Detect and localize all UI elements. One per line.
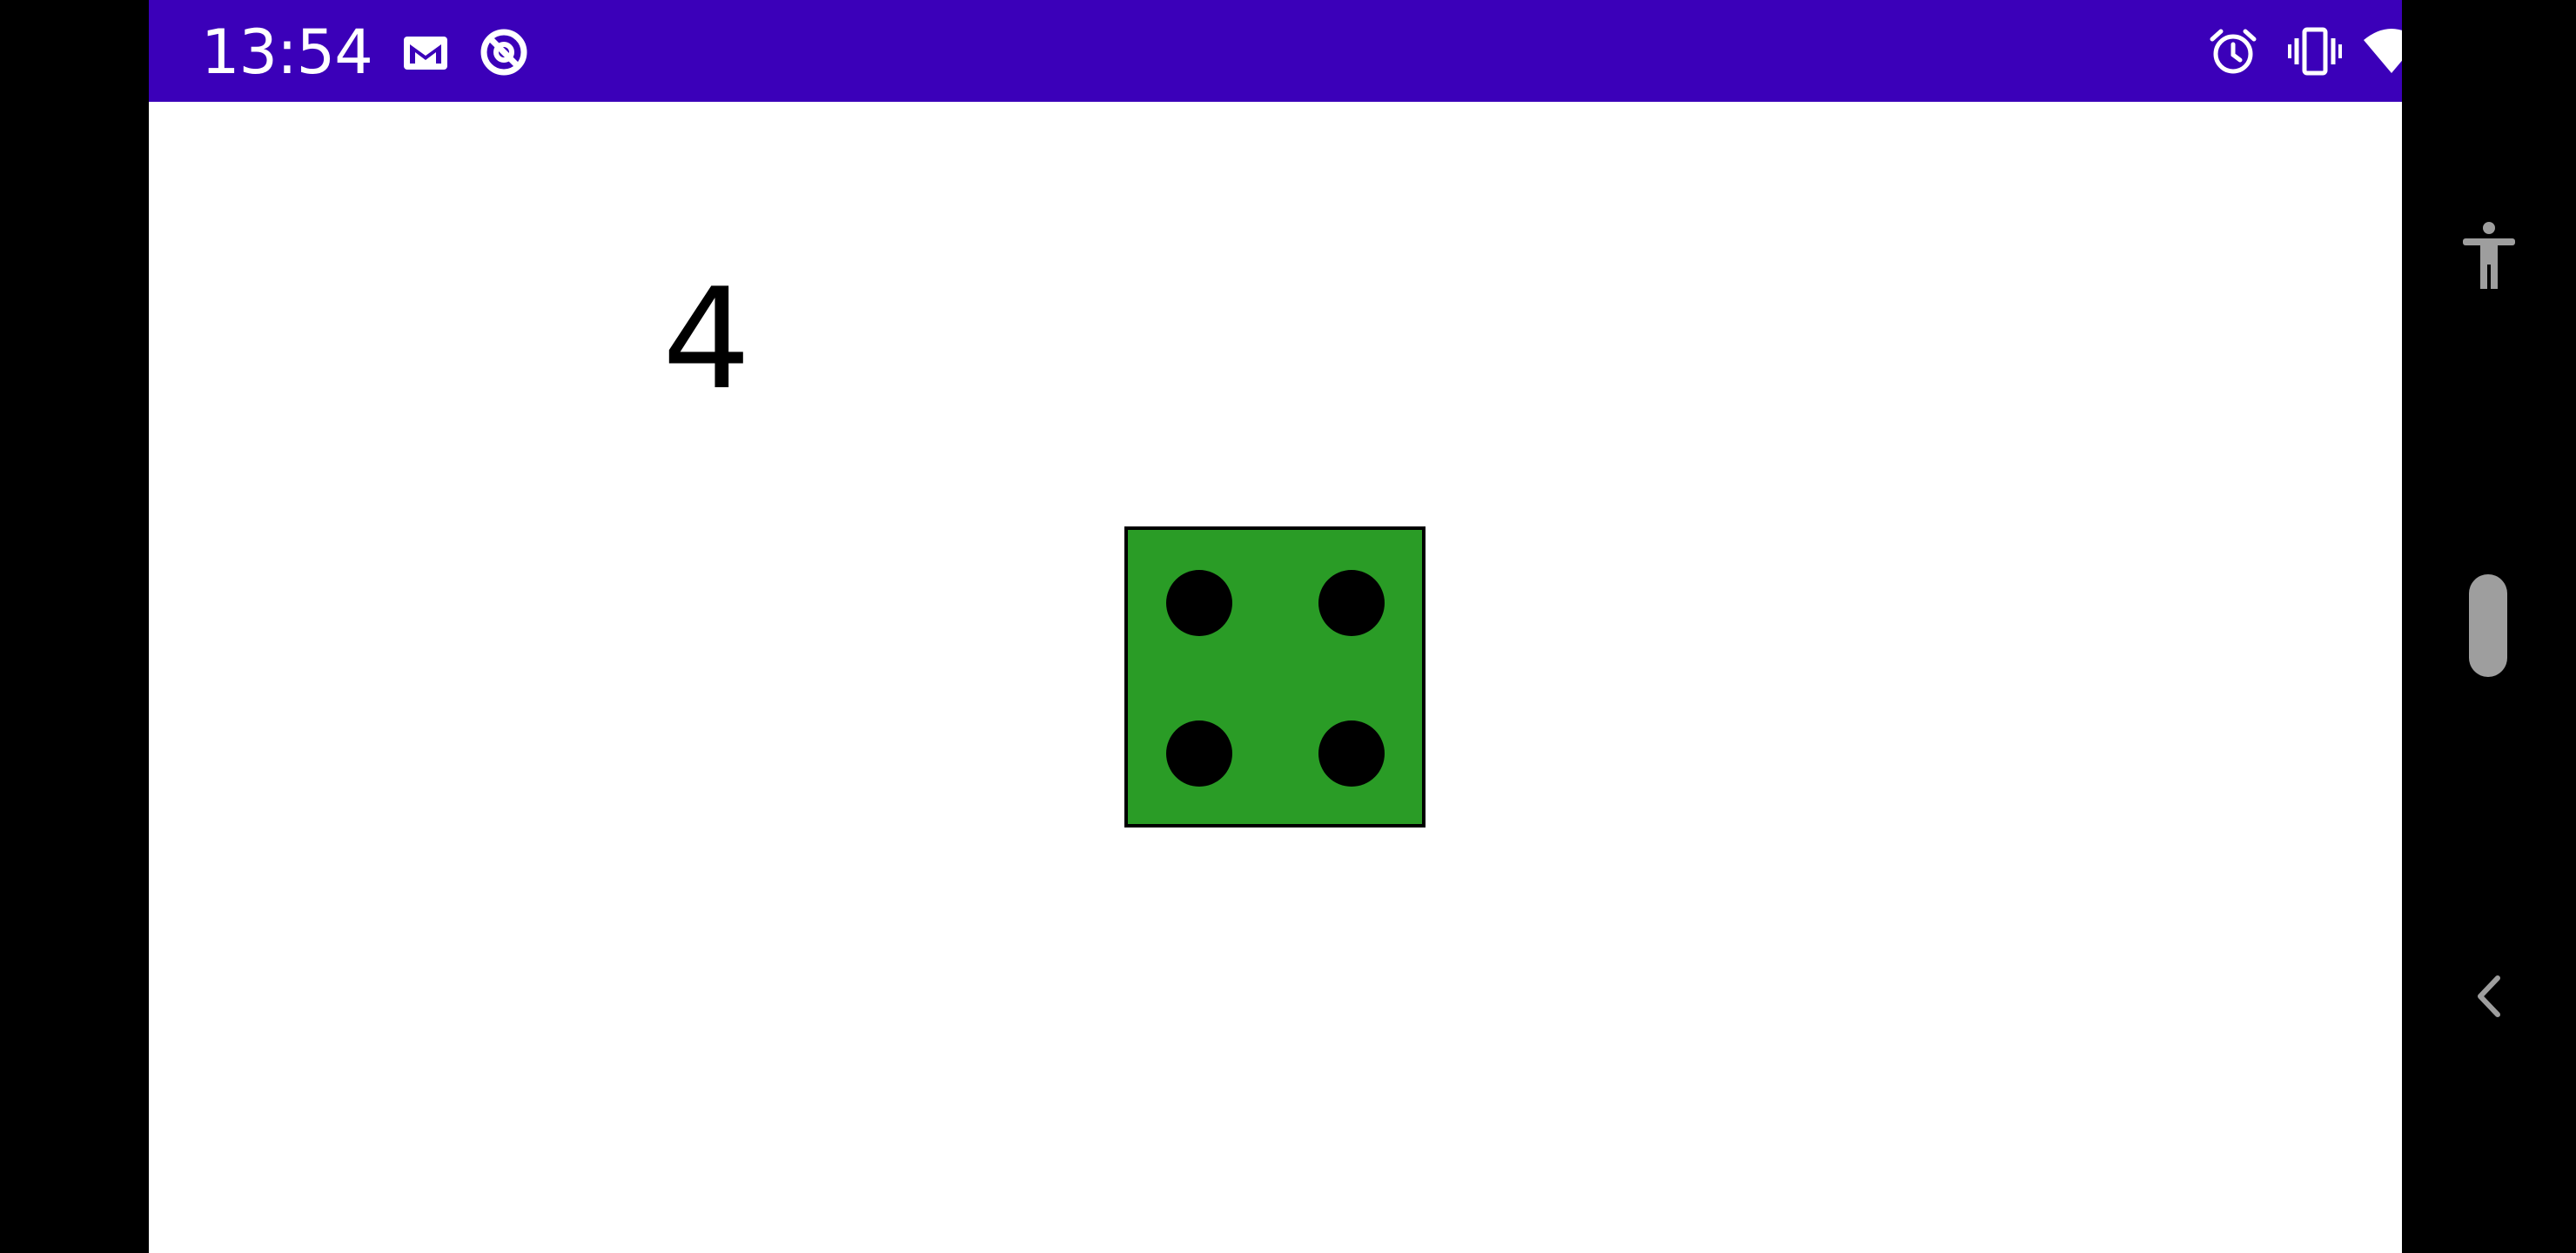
back-icon[interactable] — [2473, 975, 2505, 1018]
die-pip — [1318, 720, 1385, 787]
accessibility-icon[interactable] — [2461, 221, 2517, 291]
scroll-handle[interactable] — [2469, 574, 2507, 677]
die-pip — [1166, 720, 1232, 787]
status-time: 13:54 — [201, 17, 373, 88]
data-saver-icon — [480, 29, 527, 76]
die-pip — [1166, 570, 1232, 636]
vibrate-icon — [2288, 27, 2342, 76]
status-bar: 13:54 — [149, 0, 2522, 102]
app-content-area: 13:54 4 — [149, 0, 2522, 1253]
die-pip — [1318, 570, 1385, 636]
roll-result-text: 4 — [662, 258, 751, 420]
device-screen: 13:54 4 — [0, 0, 2576, 1253]
gmail-icon — [404, 37, 447, 70]
dice-image[interactable] — [1124, 526, 1426, 828]
alarm-icon — [2210, 29, 2257, 74]
navigation-bar — [2402, 0, 2576, 1253]
